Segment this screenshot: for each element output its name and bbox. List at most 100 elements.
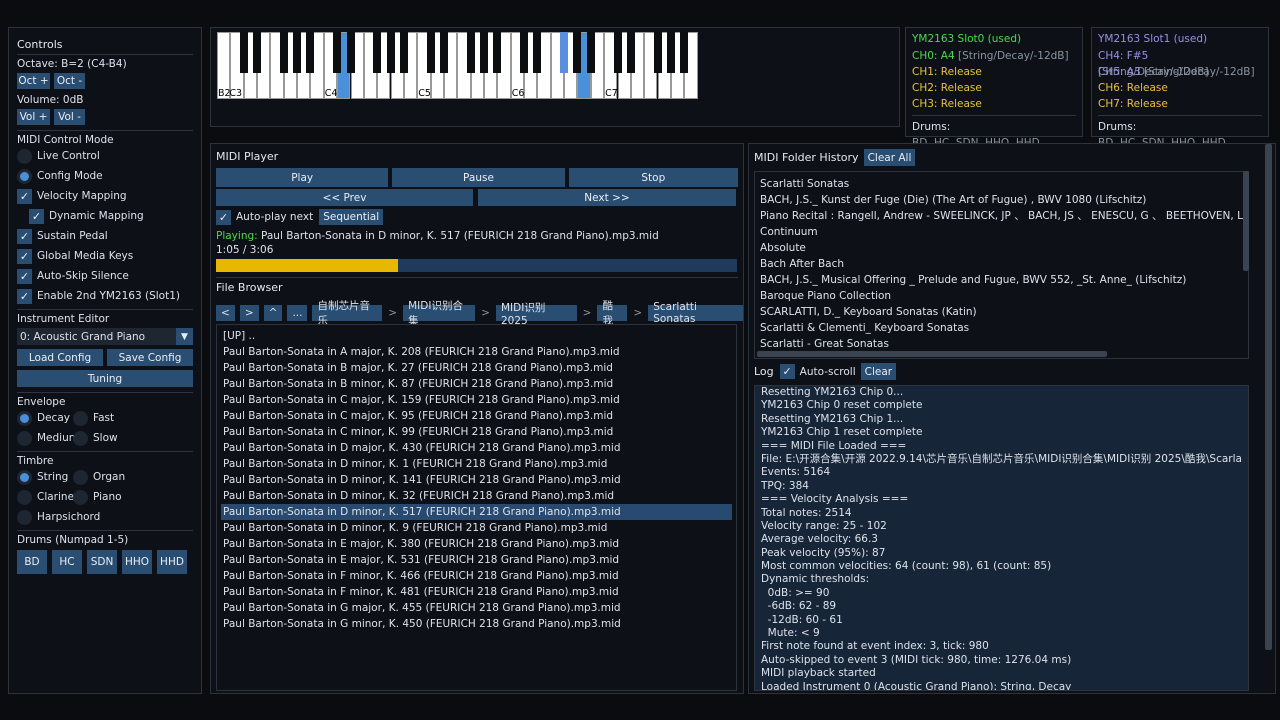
nav-up-button[interactable]: ^ [263, 305, 283, 321]
octave-up-button[interactable]: Oct + [17, 73, 50, 89]
history-item[interactable]: SCARLATTI, D._ Keyboard Sonatas (Katin) [760, 304, 1243, 320]
black-key[interactable] [653, 32, 662, 73]
black-key[interactable] [333, 32, 342, 73]
file-list-item[interactable]: Paul Barton-Sonata in G major, K. 455 (F… [221, 600, 732, 616]
nav-back-button[interactable]: < [216, 305, 235, 321]
file-list-item[interactable]: Paul Barton-Sonata in D minor, K. 32 (FE… [221, 488, 732, 504]
playback-progress-bar[interactable] [216, 259, 737, 272]
timbre-organ-radio[interactable]: Organ [73, 469, 125, 485]
breadcrumb-item[interactable]: 酷我 [597, 300, 628, 327]
file-list-item[interactable]: Paul Barton-Sonata in C major, K. 95 (FE… [221, 408, 732, 424]
black-key[interactable] [586, 32, 595, 73]
file-list-item[interactable]: Paul Barton-Sonata in D major, K. 430 (F… [221, 440, 732, 456]
black-key[interactable] [480, 32, 488, 73]
history-item[interactable]: Continuum [760, 224, 1243, 240]
history-item[interactable]: Piano Recital : Rangell, Andrew - SWEELI… [760, 208, 1243, 224]
panel-scrollbar[interactable] [1265, 144, 1272, 650]
volume-up-button[interactable]: Vol + [17, 109, 50, 125]
file-list-item[interactable]: Paul Barton-Sonata in D minor, K. 1 (FEU… [221, 456, 732, 472]
history-vscrollbar[interactable] [1243, 171, 1249, 271]
file-list-item[interactable]: Paul Barton-Sonata in G minor, K. 450 (F… [221, 616, 732, 632]
black-key[interactable] [560, 32, 569, 73]
global-media-keys-checkbox[interactable]: ✓ Global Media Keys [17, 246, 193, 266]
black-key[interactable] [373, 32, 382, 73]
envelope-decay-radio[interactable]: Decay [17, 410, 73, 426]
black-key[interactable] [279, 32, 288, 73]
history-item[interactable]: Bach After Bach [760, 256, 1243, 272]
black-key[interactable] [346, 32, 355, 73]
prev-button[interactable]: << Prev [216, 189, 473, 206]
history-item[interactable]: Scarlatti & Clementi_ Keyboard Sonatas [760, 320, 1243, 336]
history-item[interactable]: Baroque Piano Collection [760, 288, 1243, 304]
sustain-pedal-checkbox[interactable]: ✓ Sustain Pedal [17, 226, 193, 246]
dynamic-mapping-checkbox[interactable]: ✓ Dynamic Mapping [17, 206, 193, 226]
black-key[interactable] [520, 32, 529, 73]
file-list-item[interactable]: Paul Barton-Sonata in D minor, K. 141 (F… [221, 472, 732, 488]
breadcrumb-item[interactable]: MIDI识别 2025 [495, 302, 577, 327]
history-item[interactable]: Absolute [760, 240, 1243, 256]
load-config-button[interactable]: Load Config [17, 349, 103, 366]
auto-skip-silence-checkbox[interactable]: ✓ Auto-Skip Silence [17, 266, 193, 286]
parent-dir-item[interactable]: [UP] .. [221, 328, 732, 344]
pause-button[interactable]: Pause [392, 168, 565, 187]
breadcrumb-item[interactable]: Scarlatti Sonatas [648, 301, 743, 325]
tuning-button[interactable]: Tuning [17, 370, 193, 387]
file-list-item[interactable]: Paul Barton-Sonata in E major, K. 531 (F… [221, 552, 732, 568]
breadcrumb-item[interactable]: 自制芯片音乐 [312, 300, 383, 327]
history-item[interactable]: BACH, J.S._ Kunst der Fuge (Die) (The Ar… [760, 192, 1243, 208]
history-list[interactable]: Scarlatti Sonatas BACH, J.S._ Kunst der F… [754, 171, 1249, 359]
breadcrumb-item[interactable]: MIDI识别合集 [403, 300, 476, 327]
clear-all-button[interactable]: Clear All [863, 149, 916, 166]
black-key[interactable] [293, 32, 302, 73]
black-key[interactable] [439, 32, 448, 73]
file-list-item[interactable]: Paul Barton-Sonata in B major, K. 27 (FE… [221, 360, 732, 376]
black-key[interactable] [626, 32, 635, 73]
file-list-item[interactable]: Paul Barton-Sonata in A major, K. 208 (F… [221, 344, 732, 360]
timbre-string-radio[interactable]: String [17, 469, 73, 485]
play-button[interactable]: Play [216, 168, 389, 187]
config-mode-radio[interactable]: Config Mode [17, 166, 193, 186]
chevron-down-icon[interactable]: ▼ [176, 328, 193, 345]
drum-hho-button[interactable]: HHO [122, 550, 152, 574]
autoscroll-checkbox[interactable]: ✓ [779, 364, 795, 379]
log-output[interactable]: Resetting YM2163 Chip 0... YM2163 Chip 0 … [754, 385, 1249, 691]
file-list[interactable]: [UP] .. Paul Barton-Sonata in A major, K.… [216, 324, 737, 691]
envelope-medium-radio[interactable]: Medium [17, 430, 79, 446]
black-key[interactable] [426, 32, 435, 73]
sequential-mode-button[interactable]: Sequential [319, 209, 384, 225]
black-key[interactable] [253, 32, 262, 73]
file-list-item[interactable]: Paul Barton-Sonata in F minor, K. 481 (F… [221, 584, 732, 600]
file-list-item[interactable]: Paul Barton-Sonata in F minor, K. 466 (F… [221, 568, 732, 584]
timbre-harpsichord-radio[interactable]: Harpsichord [17, 507, 193, 527]
drum-bd-button[interactable]: BD [17, 550, 47, 574]
black-key[interactable] [466, 32, 475, 73]
black-key[interactable] [533, 32, 542, 73]
save-config-button[interactable]: Save Config [107, 349, 193, 366]
history-item[interactable]: Scarlatti - Great Sonatas [760, 336, 1243, 352]
velocity-mapping-checkbox[interactable]: ✓ Velocity Mapping [17, 186, 193, 206]
drum-hhd-button[interactable]: HHD [157, 550, 187, 574]
drum-hc-button[interactable]: HC [52, 550, 82, 574]
history-item[interactable]: BACH, J.S._ Musical Offering _ Prelude a… [760, 272, 1243, 288]
history-hscrollbar[interactable] [757, 351, 1107, 357]
black-key[interactable] [613, 32, 622, 73]
volume-down-button[interactable]: Vol - [54, 109, 85, 125]
drum-sdn-button[interactable]: SDN [87, 550, 117, 574]
nav-more-button[interactable]: ... [287, 305, 308, 321]
file-list-item[interactable]: Paul Barton-Sonata in D minor, K. 517 (F… [221, 504, 732, 520]
black-key[interactable] [680, 32, 689, 73]
black-key[interactable] [493, 32, 502, 73]
file-list-item[interactable]: Paul Barton-Sonata in C major, K. 159 (F… [221, 392, 732, 408]
live-control-radio[interactable]: Live Control [17, 146, 193, 166]
history-item[interactable]: Scarlatti Sonatas [760, 176, 1243, 192]
octave-down-button[interactable]: Oct - [54, 73, 85, 89]
envelope-slow-radio[interactable]: Slow [73, 430, 118, 446]
black-key[interactable] [666, 32, 675, 73]
file-list-item[interactable]: Paul Barton-Sonata in E major, K. 380 (F… [221, 536, 732, 552]
autoplay-checkbox[interactable]: ✓ [216, 209, 231, 225]
file-list-item[interactable]: Paul Barton-Sonata in D minor, K. 9 (FEU… [221, 520, 732, 536]
next-button[interactable]: Next >> [478, 189, 736, 206]
black-key[interactable] [573, 32, 582, 73]
file-list-item[interactable]: Paul Barton-Sonata in C minor, K. 99 (FE… [221, 424, 732, 440]
stop-button[interactable]: Stop [568, 168, 738, 187]
